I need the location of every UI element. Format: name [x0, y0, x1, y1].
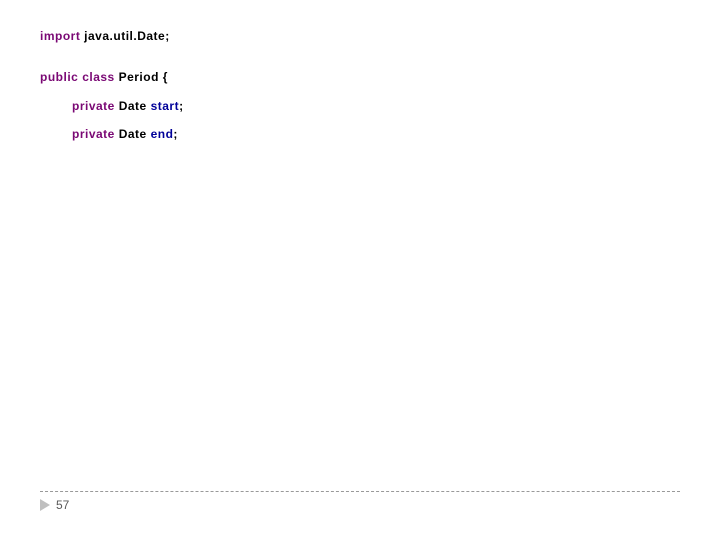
- footer-row: 57: [40, 498, 680, 512]
- code-line-2: public class Period {: [40, 69, 184, 86]
- code-line-1: import java.util.Date;: [40, 28, 184, 45]
- member-end: end: [151, 127, 174, 141]
- play-arrow-icon: [40, 499, 50, 511]
- code-line-3: private Date start;: [40, 98, 184, 115]
- code-brace: {: [159, 70, 168, 84]
- code-line-4: private Date end;: [40, 126, 184, 143]
- keyword-public: public: [40, 70, 78, 84]
- type-period: Period: [119, 70, 159, 84]
- code-semi: ;: [173, 127, 178, 141]
- keyword-private: private: [72, 127, 115, 141]
- page-number: 57: [56, 498, 69, 512]
- keyword-import: import: [40, 29, 80, 43]
- member-start: start: [151, 99, 180, 113]
- type-date: Date: [119, 99, 147, 113]
- keyword-private: private: [72, 99, 115, 113]
- footer-divider: [40, 491, 680, 492]
- code-block: import java.util.Date; public class Peri…: [40, 28, 184, 155]
- keyword-class: class: [82, 70, 115, 84]
- code-text: java.util.Date;: [80, 29, 169, 43]
- slide-footer: 57: [40, 491, 680, 512]
- code-semi: ;: [179, 99, 184, 113]
- type-date: Date: [119, 127, 147, 141]
